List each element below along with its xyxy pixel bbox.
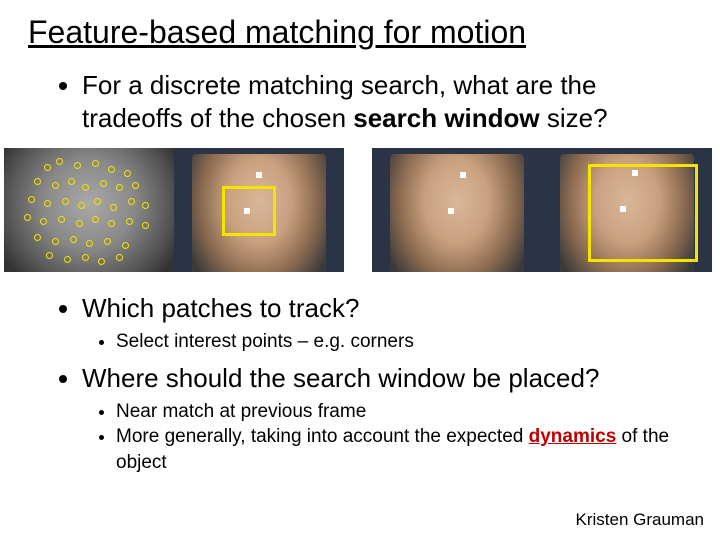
bullet-window-placement: Where should the search window be placed…: [82, 362, 696, 475]
pane-next-frame: [372, 148, 542, 272]
text: Where should the search window be placed…: [82, 363, 599, 393]
sub-list: Select interest points – e.g. corners: [82, 329, 696, 355]
credit-text: Kristen Grauman: [576, 510, 705, 530]
face-color: [372, 148, 542, 272]
sub-bullet-dynamics: More generally, taking into account the …: [116, 424, 696, 475]
search-window-small: [222, 186, 276, 236]
face-grayscale-with-features: [4, 148, 174, 272]
text: Which patches to track?: [82, 293, 359, 323]
text: More generally, taking into account the …: [116, 426, 529, 447]
search-window-large: [588, 164, 698, 262]
bullet-which-patches: Which patches to track? Select interest …: [82, 292, 696, 354]
feature-point-icon: [460, 172, 466, 178]
text: size?: [540, 103, 608, 133]
sub-bullet-near-match: Near match at previous frame: [116, 399, 696, 425]
feature-point-icon: [256, 172, 262, 178]
slide: Feature-based matching for motion For a …: [0, 0, 720, 540]
image-strip: [4, 148, 696, 272]
feature-point-icon: [448, 208, 454, 214]
bullet-list-top: For a discrete matching search, what are…: [24, 69, 696, 134]
pane-features-detected: [4, 148, 174, 272]
lower-content: Which patches to track? Select interest …: [24, 292, 696, 476]
bullet-list-lower: Which patches to track? Select interest …: [24, 292, 696, 476]
slide-title: Feature-based matching for motion: [28, 14, 696, 51]
sub-list: Near match at previous frame More genera…: [82, 399, 696, 476]
bullet-search-window-tradeoffs: For a discrete matching search, what are…: [82, 69, 696, 134]
pane-small-search-window: [174, 148, 344, 272]
strip-spacer: [344, 148, 372, 272]
sub-bullet-interest-points: Select interest points – e.g. corners: [116, 329, 696, 355]
text-dynamics: dynamics: [529, 426, 617, 447]
text-bold: search window: [353, 103, 539, 133]
pane-large-search-window: [542, 148, 712, 272]
